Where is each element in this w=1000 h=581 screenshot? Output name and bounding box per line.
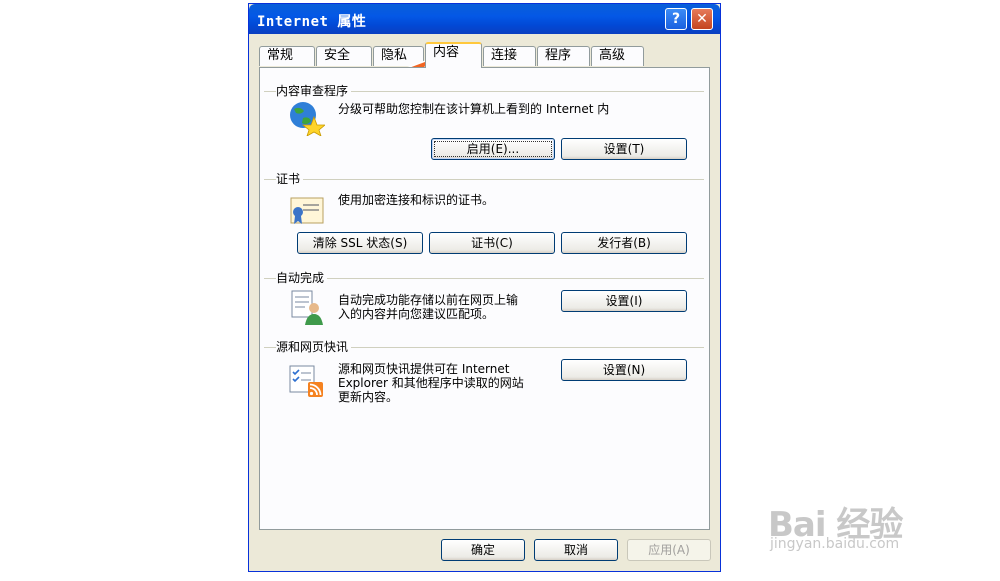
rss-feed-icon [289, 365, 323, 397]
content-advisor-settings-button[interactable]: 设置(T) [561, 138, 687, 160]
enable-button[interactable]: 启用(E)... [431, 138, 555, 160]
ok-button[interactable]: 确定 [441, 539, 525, 561]
autocomplete-label: 自动完成 [276, 269, 328, 286]
tab-security[interactable]: 安全 [316, 46, 372, 66]
window-title: Internet 属性 [257, 14, 367, 30]
clear-ssl-state-button[interactable]: 清除 SSL 状态(S) [297, 232, 423, 254]
watermark-url: jingyan.baidu.com [770, 536, 900, 552]
help-button[interactable]: ? [665, 8, 687, 30]
title-bar[interactable]: Internet 属性 ? ✕ [249, 4, 720, 34]
autocomplete-description-line2: 入的内容并向您建议匹配项。 [338, 307, 495, 321]
close-button[interactable]: ✕ [691, 8, 713, 30]
certificates-label: 证书 [276, 170, 304, 187]
tab-content[interactable]: 内容 [425, 42, 482, 68]
apply-button[interactable]: 应用(A) [627, 539, 711, 561]
certificates-description: 使用加密连接和标识的证书。 [338, 193, 495, 207]
feeds-label: 源和网页快讯 [276, 338, 352, 355]
autocomplete-user-icon [291, 290, 323, 325]
globe-star-icon [290, 102, 325, 136]
autocomplete-description-line1: 自动完成功能存储以前在网页上输 [338, 293, 519, 307]
content-advisor-description: 分级可帮助您控制在该计算机上看到的 Internet 内 [338, 102, 610, 116]
feeds-description-line3: 更新内容。 [338, 390, 399, 404]
tab-advanced[interactable]: 高级 [591, 46, 644, 66]
content-tab-panel: 内容审查程序 分级可帮助您控制在该计算机上看到的 Internet 内 启用(E… [259, 67, 710, 530]
feeds-description-line1: 源和网页快讯提供可在 Internet [338, 362, 510, 376]
tab-programs[interactable]: 程序 [537, 46, 590, 66]
section-divider [264, 278, 704, 279]
feeds-description-line2: Explorer 和其他程序中读取的网站 [338, 376, 524, 390]
tab-general[interactable]: 常规 [259, 46, 315, 66]
feeds-settings-button[interactable]: 设置(N) [561, 359, 687, 381]
autocomplete-settings-button[interactable]: 设置(I) [561, 290, 687, 312]
publishers-button[interactable]: 发行者(B) [561, 232, 687, 254]
cancel-button[interactable]: 取消 [534, 539, 618, 561]
certificate-icon [290, 197, 324, 224]
tab-connections[interactable]: 连接 [483, 46, 536, 66]
content-advisor-label: 内容审查程序 [276, 82, 352, 99]
internet-properties-dialog: Internet 属性 ? ✕ 常规 安全 隐私 内容 连接 程序 高级 内容审… [248, 3, 721, 572]
certificates-button[interactable]: 证书(C) [429, 232, 555, 254]
tab-privacy[interactable]: 隐私 [373, 46, 424, 66]
section-divider [264, 179, 704, 180]
